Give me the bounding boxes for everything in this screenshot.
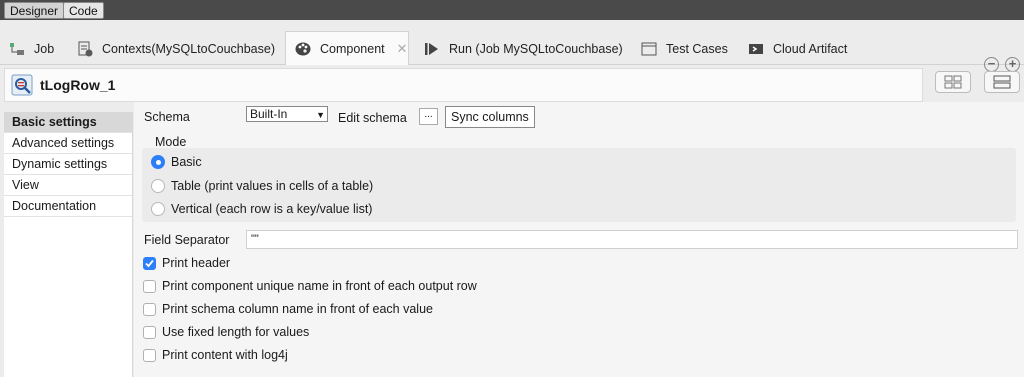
edit-schema-button[interactable]: ... [419,108,438,125]
fixed-length-checkbox[interactable]: Use fixed length for values [143,325,309,339]
maximize-icon[interactable]: + [1005,57,1020,72]
fixed-length-label: Use fixed length for values [162,325,310,339]
tab-job[interactable]: Job [8,32,54,66]
radio-unselected-icon [151,179,165,193]
sidebar-item-advanced-settings[interactable]: Advanced settings [4,133,132,154]
perspective-bar: Designer Code [0,0,1024,20]
contexts-icon [76,40,94,58]
tab-job-label: Job [34,42,55,56]
schema-label: Schema [144,110,190,124]
tab-contexts-label: Contexts(MySQLtoCouchbase) [102,42,275,56]
radio-selected-icon [151,155,165,169]
component-palette-icon [294,40,312,58]
cloud-artifact-icon [747,40,765,58]
mode-vertical-radio[interactable]: Vertical (each row is a key/value list) [151,202,372,216]
schema-select-value: Built-In [250,107,288,121]
mode-vertical-label: Vertical (each row is a key/value list) [171,202,373,216]
tab-run-label: Run (Job MySQLtoCouchbase) [449,42,623,56]
tab-component-label: Component [320,41,385,56]
dropdown-arrow-icon: ▼ [316,110,325,120]
grid-view-button[interactable] [935,71,971,93]
basic-settings-panel: Schema Built-In ▼ Edit schema ... Sync c… [134,102,1024,377]
print-column-name-checkbox[interactable]: Print schema column name in front of eac… [143,302,433,316]
checkbox-unchecked-icon [143,302,156,316]
print-unique-name-label: Print component unique name in front of … [162,279,477,293]
mode-table-radio[interactable]: Table (print values in cells of a table) [151,179,373,193]
radio-unselected-icon [151,202,165,216]
test-cases-icon [640,40,658,58]
tab-component[interactable]: Component ✕ [285,31,409,65]
settings-sidebar: Basic settings Advanced settings Dynamic… [4,112,133,377]
run-icon [423,40,441,58]
checkbox-unchecked-icon [143,325,156,339]
tab-cloud-artifact-label: Cloud Artifact [773,42,848,56]
code-perspective-button[interactable]: Code [63,2,104,19]
tab-contexts[interactable]: Contexts(MySQLtoCouchbase) [76,32,275,66]
edit-schema-label: Edit schema [338,111,407,125]
print-column-name-label: Print schema column name in front of eac… [162,302,433,316]
tab-run[interactable]: Run (Job MySQLtoCouchbase) [423,32,623,66]
mode-label: Mode [155,135,187,149]
print-unique-name-checkbox[interactable]: Print component unique name in front of … [143,279,477,293]
field-separator-label: Field Separator [144,233,230,247]
mode-table-label: Table (print values in cells of a table) [171,179,374,193]
list-view-button[interactable] [984,71,1020,93]
mode-group: Basic Table (print values in cells of a … [142,148,1016,222]
mode-basic-radio[interactable]: Basic [151,155,202,169]
designer-perspective-button[interactable]: Designer [4,2,65,19]
minimize-icon[interactable]: − [984,57,999,72]
tlogrow-component-icon [11,74,33,96]
component-header: tLogRow_1 [4,68,923,102]
sidebar-item-basic-settings[interactable]: Basic settings [4,112,132,133]
tab-cloud-artifact[interactable]: Cloud Artifact [747,32,847,66]
field-separator-input[interactable]: "" [246,230,1018,249]
checkbox-unchecked-icon [143,279,156,293]
log4j-checkbox[interactable]: Print content with log4j [143,348,288,362]
view-tab-bar: Job Contexts(MySQLtoCouchbase) Component… [0,20,1024,72]
job-icon [8,40,26,58]
grid-view-icon [944,75,962,89]
checkbox-unchecked-icon [143,348,156,362]
sidebar-item-dynamic-settings[interactable]: Dynamic settings [4,154,132,175]
tab-test-cases-label: Test Cases [666,42,728,56]
sidebar-item-documentation[interactable]: Documentation [4,196,132,217]
sidebar-item-view[interactable]: View [4,175,132,196]
log4j-label: Print content with log4j [162,348,288,362]
sync-columns-button[interactable]: Sync columns [445,106,535,128]
print-header-checkbox[interactable]: Print header [143,256,230,270]
list-view-icon [993,75,1011,89]
component-title: tLogRow_1 [40,77,116,93]
print-header-label: Print header [162,256,231,270]
schema-select[interactable]: Built-In ▼ [246,106,328,122]
mode-basic-label: Basic [171,155,202,169]
close-icon[interactable]: ✕ [397,41,408,57]
checkbox-checked-icon [143,256,156,270]
tab-test-cases[interactable]: Test Cases [640,32,728,66]
